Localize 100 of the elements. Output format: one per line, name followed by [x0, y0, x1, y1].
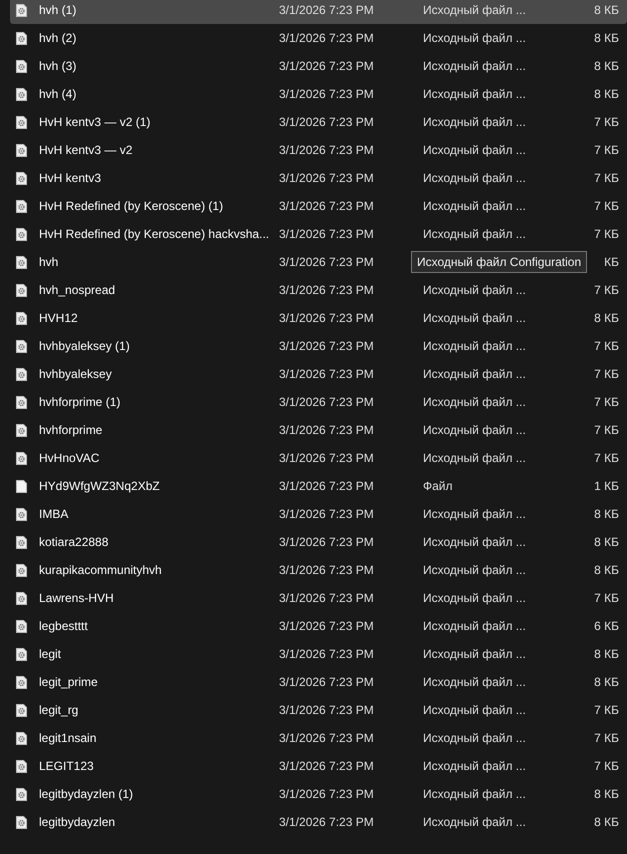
- file-name: HvH kentv3 — v2: [39, 143, 134, 157]
- file-date: 3/1/2026 7:23 PM: [279, 423, 375, 437]
- file-type: Исходный файл ...: [423, 59, 527, 73]
- file-date: 3/1/2026 7:23 PM: [279, 115, 375, 129]
- file-type: Исходный файл ...: [423, 703, 527, 717]
- file-row[interactable]: legit_rg 3/1/2026 7:23 PM Исходный файл ... 7 КБ: [10, 696, 627, 724]
- file-size: 8 КБ: [593, 815, 619, 829]
- file-size: 1 КБ: [593, 479, 619, 493]
- file-row[interactable]: HvHnoVAC 3/1/2026 7:23 PM Исходный файл ... 7 КБ: [10, 444, 627, 472]
- file-row[interactable]: hvh (4) 3/1/2026 7:23 PM Исходный файл ... 8 КБ: [10, 80, 627, 108]
- file-row[interactable]: HvH kentv3 3/1/2026 7:23 PM Исходный файл ... 7 КБ: [10, 164, 627, 192]
- file-row[interactable]: hvhbyaleksey (1) 3/1/2026 7:23 PM Исходный файл ... 7 КБ: [10, 332, 627, 360]
- file-date: 3/1/2026 7:23 PM: [279, 283, 375, 297]
- file-size: 8 КБ: [593, 675, 619, 689]
- file-name: HvHnoVAC: [39, 451, 100, 465]
- file-row[interactable]: legit 3/1/2026 7:23 PM Исходный файл ... 8 КБ: [10, 640, 627, 668]
- file-type: Исходный файл ...: [423, 507, 527, 521]
- settings-file-icon: [16, 340, 27, 352]
- file-type: Исходный файл ...: [423, 535, 527, 549]
- settings-file-icon: [16, 228, 27, 240]
- file-name: Lawrens-HVH: [39, 591, 115, 605]
- file-size: 8 КБ: [593, 311, 619, 325]
- file-type: Файл: [423, 479, 454, 493]
- file-row[interactable]: HvH kentv3 — v2 (1) 3/1/2026 7:23 PM Исходный файл ... 7 КБ: [10, 108, 627, 136]
- file-type: Исходный файл ...: [423, 395, 527, 409]
- file-type: Исходный файл ...: [423, 283, 527, 297]
- file-row[interactable]: HvH Redefined (by Keroscene) (1) 3/1/2026 7:23 PM Исходный файл ... 7 КБ: [10, 192, 627, 220]
- file-date: 3/1/2026 7:23 PM: [279, 367, 375, 381]
- file-row[interactable]: hvh_nospread 3/1/2026 7:23 PM Исходный файл ... 7 КБ: [10, 276, 627, 304]
- file-name: HvH Redefined (by Keroscene) (1): [39, 199, 224, 213]
- settings-file-icon: [16, 60, 27, 72]
- file-size: 7 КБ: [593, 227, 619, 241]
- file-name: LEGIT123: [39, 759, 95, 773]
- file-size: 8 КБ: [593, 507, 619, 521]
- file-row[interactable]: legitbydayzlen (1) 3/1/2026 7:23 PM Исходный файл ... 8 КБ: [10, 780, 627, 808]
- settings-file-icon: [16, 88, 27, 100]
- file-type: Исходный файл ...: [423, 311, 527, 325]
- file-row[interactable]: legit1nsain 3/1/2026 7:23 PM Исходный файл ... 7 КБ: [10, 724, 627, 752]
- file-row[interactable]: legit_prime 3/1/2026 7:23 PM Исходный файл ... 8 КБ: [10, 668, 627, 696]
- settings-file-icon: [16, 676, 27, 688]
- file-date: 3/1/2026 7:23 PM: [279, 143, 375, 157]
- file-size: 8 КБ: [593, 87, 619, 101]
- file-row[interactable]: hvhbyaleksey 3/1/2026 7:23 PM Исходный файл ... 7 КБ: [10, 360, 627, 388]
- file-size: 8 КБ: [593, 31, 619, 45]
- file-row[interactable]: IMBA 3/1/2026 7:23 PM Исходный файл ... 8 КБ: [10, 500, 627, 528]
- file-name: hvh (2): [39, 31, 78, 45]
- settings-file-icon: [16, 368, 27, 380]
- file-type: Исходный файл ...: [423, 87, 527, 101]
- file-size: 7 КБ: [593, 759, 619, 773]
- file-date: 3/1/2026 7:23 PM: [279, 647, 375, 661]
- settings-file-icon: [16, 788, 27, 800]
- file-date: 3/1/2026 7:23 PM: [279, 535, 375, 549]
- file-size: 7 КБ: [593, 143, 619, 157]
- file-row[interactable]: HvH Redefined (by Keroscene) hackvsha... 3/1/2026 7:23 PM Исходный файл ... 7 КБ: [10, 220, 627, 248]
- file-type: Исходный файл ...: [423, 647, 527, 661]
- settings-file-icon: [16, 116, 27, 128]
- file-name: hvh (1): [39, 3, 78, 17]
- file-row[interactable]: Lawrens-HVH 3/1/2026 7:23 PM Исходный файл ... 7 КБ: [10, 584, 627, 612]
- file-name: IMBA: [39, 507, 70, 521]
- file-type: Исходный файл ...: [423, 423, 527, 437]
- file-row[interactable]: hvh (3) 3/1/2026 7:23 PM Исходный файл ... 8 КБ: [10, 52, 627, 80]
- file-row[interactable]: kotiara22888 3/1/2026 7:23 PM Исходный файл ... 8 КБ: [10, 528, 627, 556]
- file-row[interactable]: kurapikacommunityhvh 3/1/2026 7:23 PM Исходный файл ... 8 КБ: [10, 556, 627, 584]
- file-row[interactable]: HvH kentv3 — v2 3/1/2026 7:23 PM Исходный файл ... 7 КБ: [10, 136, 627, 164]
- file-row[interactable]: hvh (2) 3/1/2026 7:23 PM Исходный файл ... 8 КБ: [10, 24, 627, 52]
- file-size: 8 КБ: [593, 787, 619, 801]
- file-date: 3/1/2026 7:23 PM: [279, 339, 375, 353]
- file-row[interactable]: hvh 3/1/2026 7:23 PM Исходный файл Configuration КБ: [10, 248, 627, 276]
- file-name: HvH kentv3: [39, 171, 102, 185]
- file-size: 7 КБ: [593, 283, 619, 297]
- file-name: hvhbyaleksey (1): [39, 339, 131, 353]
- file-type: Исходный файл ...: [423, 619, 527, 633]
- file-size: 7 КБ: [593, 423, 619, 437]
- file-row[interactable]: hvhforprime 3/1/2026 7:23 PM Исходный файл ... 7 КБ: [10, 416, 627, 444]
- file-date: 3/1/2026 7:23 PM: [279, 59, 375, 73]
- file-date: 3/1/2026 7:23 PM: [279, 563, 375, 577]
- file-type: Исходный файл ...: [423, 171, 527, 185]
- file-row[interactable]: HYd9WfgWZ3Nq2XbZ 3/1/2026 7:23 PM Файл 1 КБ: [10, 472, 627, 500]
- file-name: hvh_nospread: [39, 283, 116, 297]
- file-name: legitbydayzlen (1): [39, 787, 134, 801]
- file-date: 3/1/2026 7:23 PM: [279, 451, 375, 465]
- file-row[interactable]: HVH12 3/1/2026 7:23 PM Исходный файл ... 8 КБ: [10, 304, 627, 332]
- file-date: 3/1/2026 7:23 PM: [279, 507, 375, 521]
- file-name: hvhbyaleksey: [39, 367, 113, 381]
- file-date: 3/1/2026 7:23 PM: [279, 227, 375, 241]
- file-name: legbestttt: [39, 619, 89, 633]
- file-row[interactable]: hvh (1) 3/1/2026 7:23 PM Исходный файл ... 8 КБ: [10, 0, 627, 24]
- file-type: Исходный файл ...: [423, 815, 527, 829]
- file-row[interactable]: hvhforprime (1) 3/1/2026 7:23 PM Исходный файл ... 7 КБ: [10, 388, 627, 416]
- file-row[interactable]: legbestttt 3/1/2026 7:23 PM Исходный файл ... 6 КБ: [10, 612, 627, 640]
- file-row[interactable]: LEGIT123 3/1/2026 7:23 PM Исходный файл ... 7 КБ: [10, 752, 627, 780]
- settings-file-icon: [16, 284, 27, 296]
- file-name: hvh (4): [39, 87, 78, 101]
- settings-file-icon: [16, 32, 27, 44]
- file-date: 3/1/2026 7:23 PM: [279, 87, 375, 101]
- file-date: 3/1/2026 7:23 PM: [279, 3, 375, 17]
- file-type: Исходный файл ...: [423, 115, 527, 129]
- file-type: Исходный файл ...: [423, 339, 527, 353]
- file-name: hvh (3): [39, 59, 78, 73]
- file-row[interactable]: legitbydayzlen 3/1/2026 7:23 PM Исходный файл ... 8 КБ: [10, 808, 627, 836]
